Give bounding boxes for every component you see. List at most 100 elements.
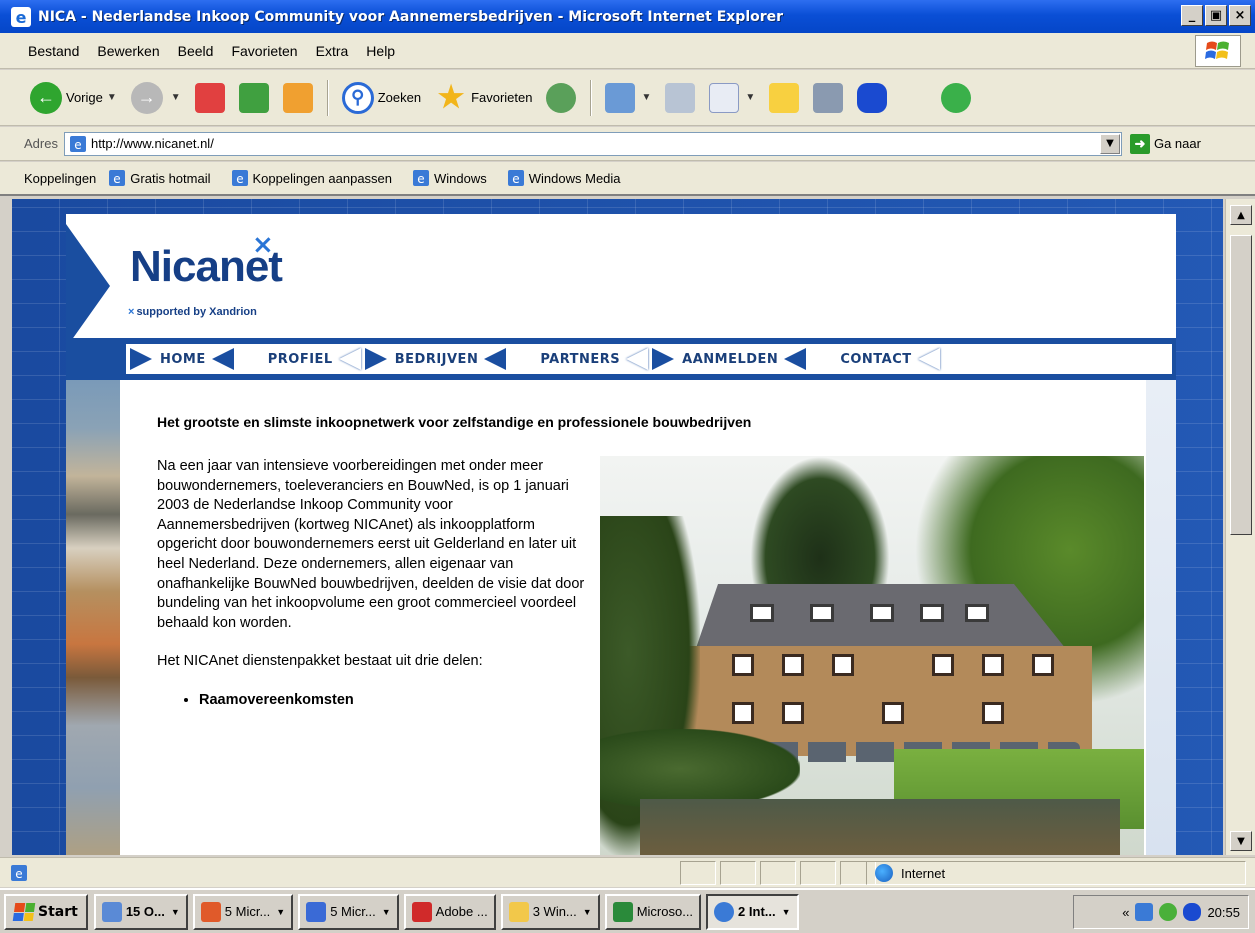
- toolbar-separator: [590, 79, 592, 116]
- nav-home[interactable]: HOME: [126, 344, 234, 374]
- list-item: Raamovereenkomsten: [199, 691, 587, 711]
- taskbar-item-adobe[interactable]: Adobe ...: [403, 893, 496, 930]
- outlook-icon: [101, 901, 122, 922]
- history-icon[interactable]: [546, 82, 577, 113]
- taskbar-item-excel[interactable]: Microso...: [604, 893, 702, 930]
- scroll-thumb[interactable]: [1230, 235, 1252, 535]
- address-input[interactable]: e http://www.nicanet.nl/ ▼: [63, 131, 1122, 156]
- ie-page-icon: e: [231, 170, 248, 186]
- nav-partners[interactable]: PARTNERS: [506, 344, 649, 374]
- toolbar-separator: [326, 79, 328, 116]
- decorative-band: [1146, 380, 1176, 855]
- maximize-button[interactable]: ▣: [1205, 5, 1227, 26]
- links-bar: Koppelingen e Gratis hotmail e Koppeling…: [0, 162, 1255, 196]
- forward-dropdown-icon[interactable]: ▼: [171, 92, 181, 103]
- services-intro-paragraph: Het NICAnet dienstenpakket bestaat uit d…: [157, 653, 483, 670]
- taskbar-item-powerpoint[interactable]: 5 Micr... ▼: [192, 893, 294, 930]
- minimize-button[interactable]: _: [1181, 5, 1203, 26]
- links-label: Koppelingen: [24, 170, 97, 186]
- internet-globe-icon: [875, 864, 893, 882]
- window-title: NICA - Nederlandse Inkoop Community voor…: [38, 8, 784, 25]
- menu-help[interactable]: Help: [366, 43, 395, 59]
- go-button[interactable]: ➜ Ga naar: [1129, 133, 1201, 154]
- svg-text:e: e: [16, 8, 27, 27]
- nav-label: PROFIEL: [267, 351, 333, 367]
- start-button[interactable]: Start: [4, 893, 88, 930]
- nav-arrow-left-icon: [484, 348, 507, 370]
- network-icon[interactable]: [1135, 903, 1154, 921]
- link-windows[interactable]: e Windows: [412, 169, 487, 187]
- scroll-down-icon[interactable]: ▼: [1230, 831, 1252, 851]
- tagline-x-icon: ×: [128, 306, 135, 318]
- system-tray: « 20:55: [1073, 895, 1249, 929]
- nav-label: CONTACT: [840, 351, 912, 367]
- link-koppelingen-aanpassen[interactable]: e Koppelingen aanpassen: [231, 169, 392, 187]
- mail-dropdown-icon[interactable]: ▼: [641, 92, 651, 103]
- forward-button[interactable]: → ▼: [130, 81, 181, 114]
- edit-dropdown-icon[interactable]: ▼: [745, 92, 755, 103]
- close-button[interactable]: ×: [1229, 5, 1251, 26]
- chevron-down-icon: ▼: [582, 906, 592, 917]
- clock: 20:55: [1207, 904, 1240, 920]
- nav-arrow-outline-icon: [238, 348, 260, 370]
- standard-toolbar: ← Vorige ▼ → ▼ ⚲ Zoeken ★ Favorieten ▼ ▼: [0, 70, 1255, 126]
- window-controls: _ ▣ ×: [1181, 5, 1251, 26]
- refresh-icon[interactable]: [238, 82, 269, 113]
- nav-aanmelden[interactable]: AANMELDEN: [648, 344, 807, 374]
- task-label: 3 Win...: [532, 904, 577, 919]
- notes-icon[interactable]: [769, 82, 800, 113]
- title-bar: e NICA - Nederlandse Inkoop Community vo…: [0, 0, 1255, 33]
- research-icon[interactable]: [813, 82, 844, 113]
- menu-bewerken[interactable]: Bewerken: [97, 43, 159, 59]
- bluetooth-icon[interactable]: [1183, 903, 1202, 921]
- site-navigation: HOME PROFIEL BEDRIJVEN PARTNERS AANMELDE…: [66, 338, 1176, 380]
- page-headline: Het grootste en slimste inkoopnetwerk vo…: [157, 414, 752, 430]
- word-icon: [709, 82, 740, 113]
- edit-button[interactable]: ▼: [709, 82, 755, 113]
- page-status-icon: e: [11, 864, 27, 881]
- construction-photo-strip: [66, 380, 120, 855]
- task-label: 5 Micr...: [224, 904, 271, 919]
- menu-extra[interactable]: Extra: [316, 43, 349, 59]
- menu-bestand[interactable]: Bestand: [28, 43, 79, 59]
- back-dropdown-icon[interactable]: ▼: [107, 92, 117, 103]
- back-button[interactable]: ← Vorige ▼: [30, 81, 117, 114]
- search-button[interactable]: ⚲ Zoeken: [341, 81, 421, 114]
- stop-icon[interactable]: [194, 82, 225, 113]
- scroll-up-icon[interactable]: ▲: [1230, 205, 1252, 225]
- link-gratis-hotmail[interactable]: e Gratis hotmail: [108, 169, 211, 187]
- nav-arrow-left-icon: [211, 348, 234, 370]
- nav-arrow-left-icon: [784, 348, 807, 370]
- link-windows-media[interactable]: e Windows Media: [507, 169, 621, 187]
- mail-button[interactable]: ▼: [605, 82, 651, 113]
- link-label: Windows: [434, 170, 487, 186]
- messenger-icon[interactable]: [941, 82, 972, 113]
- taskbar-item-outlook[interactable]: 15 O... ▼: [93, 893, 188, 930]
- nav-contact[interactable]: CONTACT: [806, 344, 940, 374]
- nav-profiel[interactable]: PROFIEL: [234, 344, 361, 374]
- tray-expand-icon[interactable]: «: [1122, 905, 1129, 920]
- chevron-down-icon: ▼: [381, 906, 391, 917]
- home-icon[interactable]: [282, 82, 313, 113]
- word-icon: [306, 901, 327, 922]
- folder-icon: [508, 901, 529, 922]
- security-shield-icon[interactable]: [1159, 903, 1178, 921]
- address-bar: Adres e http://www.nicanet.nl/ ▼ ➜ Ga na…: [0, 127, 1255, 161]
- go-arrow-icon: ➜: [1129, 133, 1150, 154]
- taskbar-item-windows-explorer[interactable]: 3 Win... ▼: [500, 893, 600, 930]
- taskbar-item-word[interactable]: 5 Micr... ▼: [298, 893, 399, 930]
- vertical-scrollbar[interactable]: ▲ ▼: [1225, 199, 1255, 855]
- menu-beeld[interactable]: Beeld: [178, 43, 214, 59]
- nav-bedrijven[interactable]: BEDRIJVEN: [361, 344, 507, 374]
- nav-arrow-icon: [364, 348, 387, 370]
- print-icon[interactable]: [665, 82, 696, 113]
- address-dropdown-icon[interactable]: ▼: [1099, 133, 1120, 154]
- menu-favorieten[interactable]: Favorieten: [231, 43, 297, 59]
- favorites-button[interactable]: ★ Favorieten: [435, 81, 533, 114]
- taskbar-item-internet-explorer[interactable]: 2 Int... ▼: [706, 893, 799, 930]
- go-label: Ga naar: [1153, 136, 1201, 151]
- internet-explorer-icon: e: [11, 6, 31, 27]
- powerpoint-icon: [200, 901, 221, 922]
- svg-text:e: e: [512, 172, 519, 186]
- bluetooth-icon[interactable]: [857, 82, 888, 113]
